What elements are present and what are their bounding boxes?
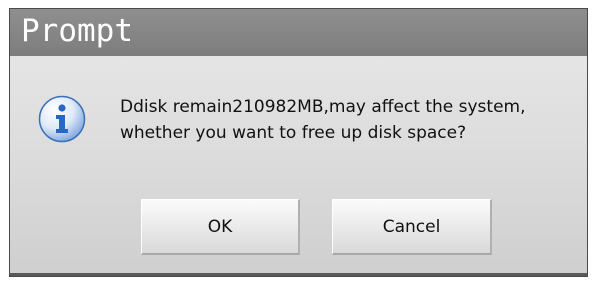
dialog-title: Prompt [21, 13, 133, 49]
ok-button[interactable]: OK [141, 199, 300, 255]
cancel-button[interactable]: Cancel [332, 199, 492, 255]
prompt-dialog: Prompt Ddisk remain210982MB,may affect t… [9, 8, 588, 277]
message-line-2: whether you want to free up disk space? [120, 123, 467, 143]
message-line-1: Ddisk remain210982MB,may affect the syst… [120, 97, 526, 117]
info-icon [38, 95, 86, 143]
dialog-message: Ddisk remain210982MB,may affect the syst… [120, 94, 580, 146]
dialog-titlebar[interactable]: Prompt [10, 9, 587, 56]
dialog-bottom-border [10, 273, 587, 276]
